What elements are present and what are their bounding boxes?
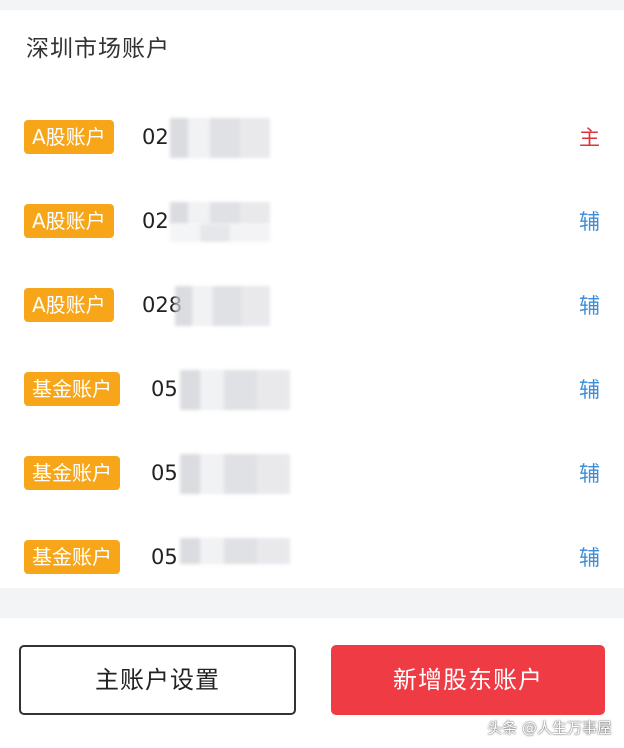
masked-number (180, 538, 290, 564)
top-strip (0, 0, 624, 10)
secondary-tag: 辅 (579, 294, 600, 318)
secondary-tag: 辅 (579, 378, 600, 402)
account-row[interactable]: A股账户 02 辅 (0, 202, 624, 242)
primary-tag: 主 (579, 126, 600, 150)
account-row[interactable]: 基金账户 05 辅 (0, 370, 624, 410)
watermark: 头条 @人生万事屋 (487, 719, 612, 737)
account-type-badge: A股账户 (24, 204, 114, 238)
account-type-badge: A股账户 (24, 288, 114, 322)
account-card: 深圳市场账户 A股账户 02 主 A股账户 02 辅 A股账户 028 辅 基金… (0, 10, 624, 588)
secondary-tag: 辅 (579, 462, 600, 486)
secondary-tag: 辅 (579, 210, 600, 234)
masked-number (170, 118, 270, 158)
masked-number (170, 202, 270, 224)
account-number: 02 (142, 125, 169, 149)
footer-actions: 主账户设置 新增股东账户 头条 @人生万事屋 (0, 618, 624, 748)
masked-number (180, 454, 290, 494)
account-type-badge: 基金账户 (24, 540, 120, 574)
masked-number (175, 286, 270, 326)
secondary-tag: 辅 (579, 546, 600, 570)
account-row[interactable]: A股账户 02 主 (0, 118, 624, 158)
account-number: 02 (142, 209, 169, 233)
masked-number-lower (170, 224, 270, 242)
section-title: 深圳市场账户 (26, 36, 170, 62)
account-type-badge: 基金账户 (24, 456, 120, 490)
account-row[interactable]: 基金账户 05 辅 (0, 538, 624, 578)
add-shareholder-account-button[interactable]: 新增股东账户 (331, 645, 605, 715)
account-type-badge: 基金账户 (24, 372, 120, 406)
primary-account-settings-button[interactable]: 主账户设置 (19, 645, 296, 715)
account-row[interactable]: 基金账户 05 辅 (0, 454, 624, 494)
account-row[interactable]: A股账户 028 辅 (0, 286, 624, 326)
account-number: 05 (151, 545, 178, 569)
account-number: 05 (151, 377, 178, 401)
section-divider (0, 588, 624, 618)
account-number: 05 (151, 461, 178, 485)
masked-number (180, 370, 290, 410)
account-type-badge: A股账户 (24, 120, 114, 154)
